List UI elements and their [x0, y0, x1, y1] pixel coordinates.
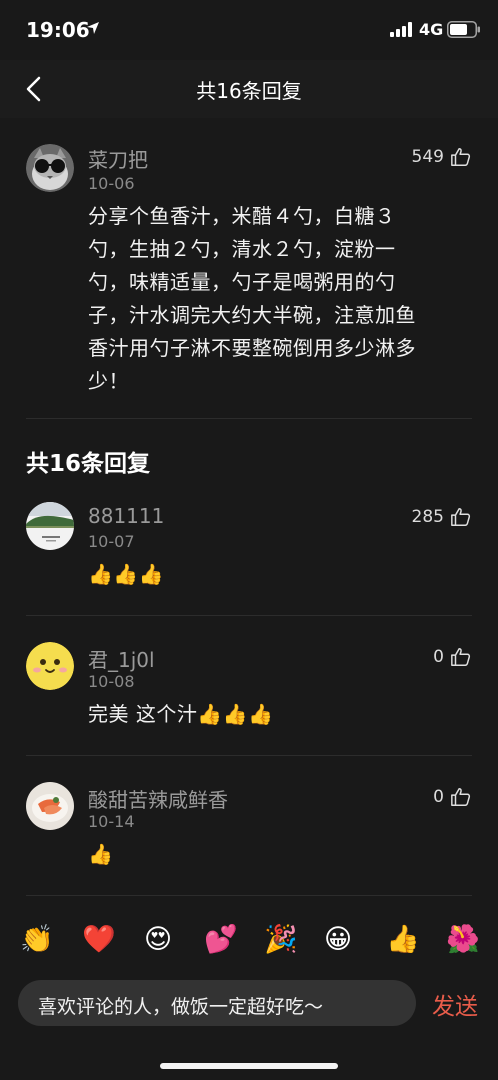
avatar[interactable]: [26, 782, 74, 830]
like-button[interactable]: 0: [433, 786, 472, 808]
red-heart-emoji-button[interactable]: ❤️: [82, 920, 116, 960]
status-time: 19:06: [26, 18, 90, 42]
location-arrow-icon: [87, 22, 99, 34]
avatar[interactable]: [26, 502, 74, 550]
reply-text: 完美 这个汁👍👍👍: [88, 702, 274, 726]
like-button[interactable]: 0: [433, 646, 472, 668]
divider: [26, 418, 472, 419]
send-button[interactable]: 发送: [432, 987, 478, 1021]
reply-author[interactable]: 881111: [88, 504, 164, 528]
emoji-quick-bar: 👏 ❤️ 😍 💕 🎉 😀 👍 🌺: [0, 920, 498, 964]
comment-author[interactable]: 菜刀把: [88, 144, 148, 173]
reply-date: 10-07: [88, 532, 135, 551]
reply-author[interactable]: 君_1j0l: [88, 644, 155, 673]
thumbs-up-icon: [451, 508, 471, 526]
reply-date: 10-14: [88, 812, 135, 831]
clapping-hands-emoji-button[interactable]: 👏: [20, 920, 54, 960]
like-count: 0: [433, 787, 444, 807]
party-popper-emoji-button[interactable]: 🎉: [264, 920, 298, 960]
like-button[interactable]: 549: [412, 146, 472, 168]
landscape-avatar-icon: [26, 502, 74, 550]
status-bar: 19:06 4G: [0, 0, 498, 60]
food-photo-avatar-icon: [26, 782, 74, 830]
heart-eyes-emoji-button[interactable]: 😍: [144, 920, 172, 960]
comment-input-placeholder: 喜欢评论的人，做饭一定超好吃～: [38, 996, 324, 1018]
like-count: 285: [411, 507, 444, 527]
replies-section-title: 共16条回复: [26, 451, 151, 477]
page-title: 共16条回复: [196, 79, 302, 103]
thumbs-up-icon: [451, 788, 471, 806]
cat-sunglasses-avatar-icon: [26, 144, 74, 192]
thumbs-up-icon: [451, 148, 471, 166]
battery-icon: [447, 21, 480, 38]
hibiscus-emoji-button[interactable]: 🌺: [446, 920, 480, 960]
like-button[interactable]: 285: [412, 506, 472, 528]
divider: [26, 895, 472, 896]
comment-date: 10-06: [88, 174, 135, 193]
divider: [26, 615, 472, 616]
two-hearts-emoji-button[interactable]: 💕: [204, 920, 238, 960]
avatar[interactable]: [26, 642, 74, 690]
thumbs-up-icon: [451, 648, 471, 666]
reply-text: 👍: [88, 842, 114, 866]
reply-text: 👍👍👍: [88, 562, 165, 586]
thumbs-up-emoji-button[interactable]: 👍: [386, 920, 420, 960]
avatar[interactable]: [26, 144, 74, 192]
reply-author[interactable]: 酸甜苦辣咸鲜香: [88, 784, 228, 813]
like-count: 0: [433, 647, 444, 667]
cellular-signal-icon: [390, 22, 412, 37]
grinning-face-emoji-button[interactable]: 😀: [324, 920, 352, 960]
comment-text: 分享个鱼香汁，米醋４勺，白糖３勺，生抽２勺，清水２勺，淀粉一勺，味精适量，勺子是…: [88, 204, 416, 393]
comment-input[interactable]: 喜欢评论的人，做饭一定超好吃～: [18, 980, 416, 1026]
smiley-face-avatar-icon: [26, 642, 74, 690]
home-indicator[interactable]: [160, 1063, 338, 1069]
divider: [26, 755, 472, 756]
network-type: 4G: [419, 20, 444, 39]
like-count: 549: [411, 147, 444, 167]
nav-bar: 共16条回复: [0, 60, 498, 118]
reply-date: 10-08: [88, 672, 135, 691]
